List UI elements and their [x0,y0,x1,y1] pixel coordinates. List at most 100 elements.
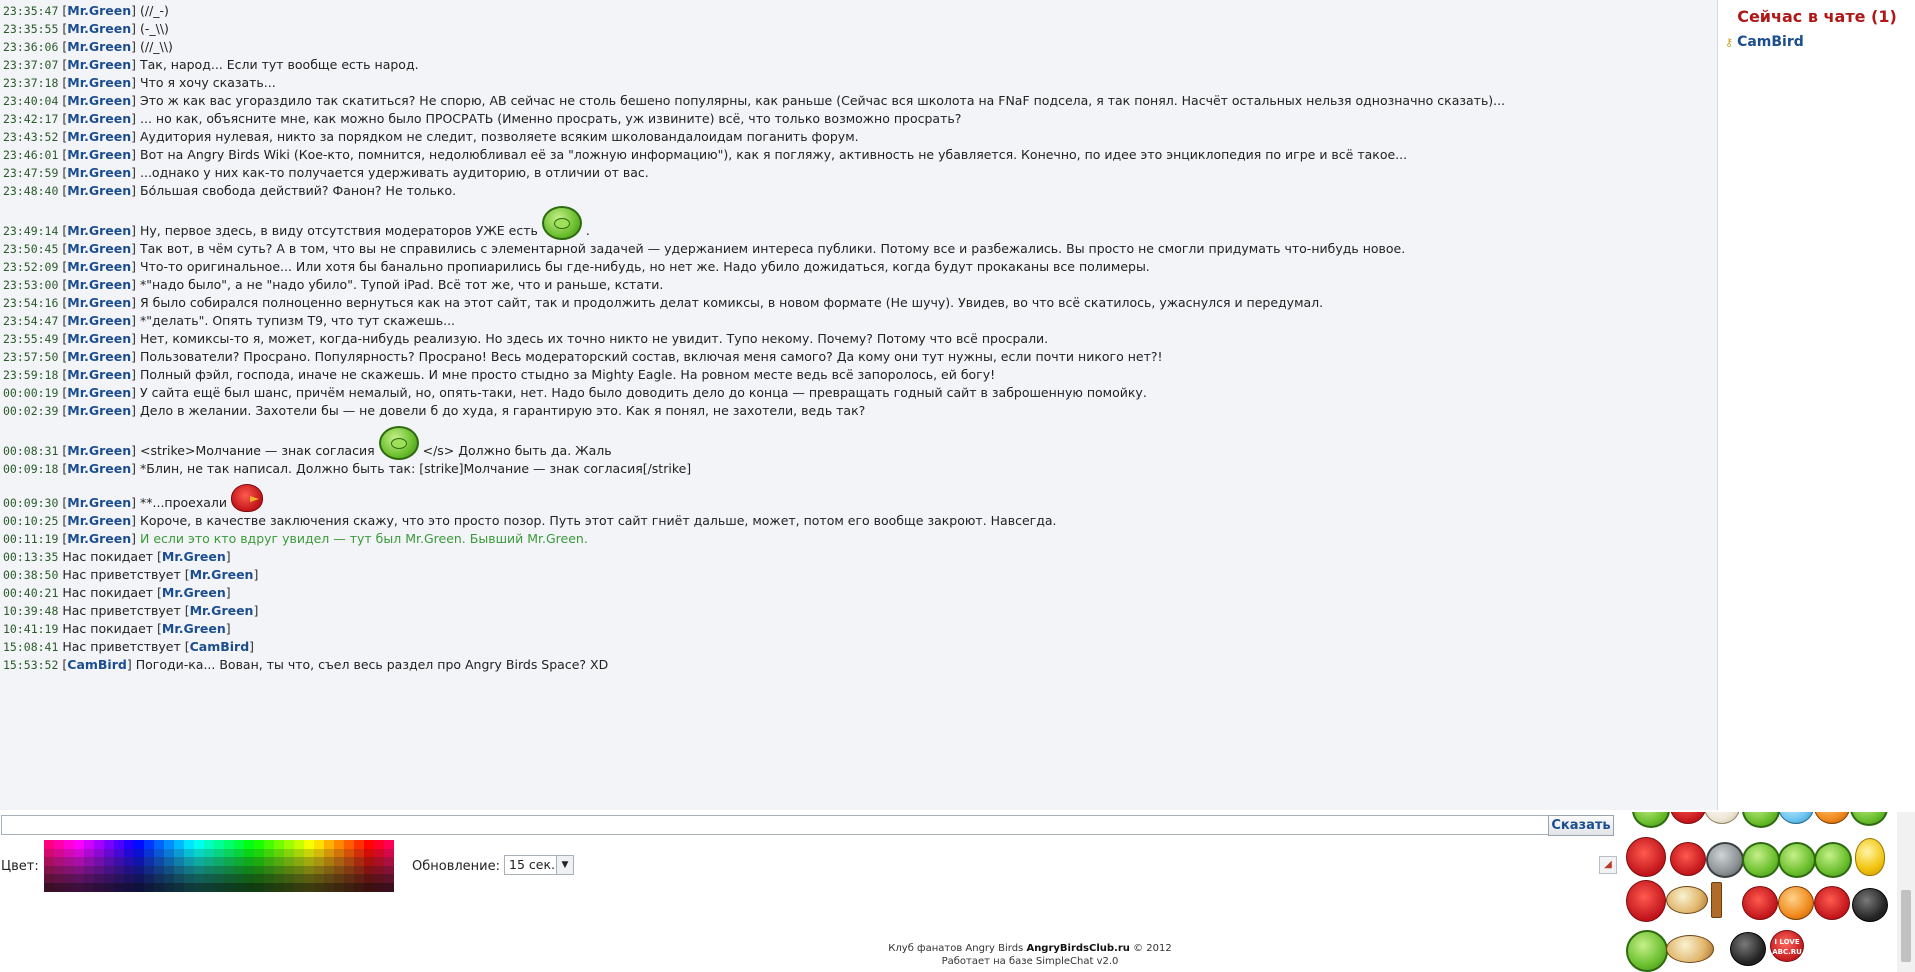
color-swatch[interactable] [234,848,244,858]
color-swatch[interactable] [384,840,394,849]
color-swatch[interactable] [54,882,64,892]
color-swatch[interactable] [114,840,124,849]
smiley-pig-icon[interactable] [1742,812,1780,828]
color-swatch[interactable] [244,840,254,849]
color-swatch[interactable] [354,840,364,849]
color-swatch[interactable] [164,848,174,858]
color-swatch[interactable] [384,865,394,875]
author-nick[interactable]: CamBird [67,657,127,672]
smiley-red-bird-icon[interactable] [1670,812,1706,824]
color-swatch[interactable] [54,874,64,883]
smiley-pig-icon[interactable] [1850,812,1888,826]
color-swatch[interactable] [364,848,374,858]
color-swatch[interactable] [334,874,344,883]
color-swatch[interactable] [184,848,194,858]
color-swatch[interactable] [304,857,314,866]
color-swatch[interactable] [54,865,64,875]
color-swatch[interactable] [274,874,284,883]
color-swatch[interactable] [184,857,194,866]
author-nick[interactable]: Mr.Green [67,165,131,180]
color-swatch[interactable] [154,857,164,866]
color-swatch[interactable] [374,882,384,892]
color-swatch[interactable] [224,865,234,875]
smiley-white-bird-icon[interactable] [1704,812,1740,824]
color-swatch[interactable] [244,874,254,883]
color-swatch[interactable] [194,882,204,892]
author-nick[interactable]: Mr.Green [67,531,131,546]
smiley-yellow-bird-icon[interactable] [1666,935,1714,963]
color-swatch[interactable] [134,865,144,875]
color-swatch[interactable] [334,840,344,849]
smiley-boomerang-bird-icon[interactable] [1666,886,1708,914]
color-swatch[interactable] [94,848,104,858]
color-swatch[interactable] [264,874,274,883]
author-nick[interactable]: Mr.Green [67,129,131,144]
message-author[interactable]: [Mr.Green] [62,331,136,346]
color-swatch[interactable] [144,857,154,866]
color-swatch[interactable] [44,874,54,883]
color-swatch[interactable] [304,882,314,892]
color-swatch[interactable] [354,882,364,892]
smiley-pumpkin-icon[interactable] [1778,886,1814,920]
color-swatch[interactable] [224,857,234,866]
message-author[interactable]: [Mr.Green] [62,93,136,108]
color-swatch[interactable] [124,865,134,875]
color-swatch[interactable] [174,840,184,849]
color-swatch[interactable] [254,840,264,849]
color-swatch[interactable] [384,874,394,883]
message-author[interactable]: [Mr.Green] [62,21,136,36]
color-swatch[interactable] [314,857,324,866]
event-user[interactable]: [Mr.Green] [157,549,231,564]
message-author[interactable]: [Mr.Green] [62,277,136,292]
color-swatch[interactable] [254,882,264,892]
color-swatch[interactable] [74,857,84,866]
event-user[interactable]: [Mr.Green] [157,621,231,636]
color-swatch[interactable] [204,874,214,883]
color-swatch[interactable] [204,882,214,892]
message-author[interactable]: [Mr.Green] [62,259,136,274]
color-swatch[interactable] [284,857,294,866]
smiley-red-black-bird-icon[interactable] [1730,932,1766,966]
color-swatch[interactable] [184,865,194,875]
message-author[interactable]: [Mr.Green] [62,349,136,364]
color-swatch[interactable] [104,848,114,858]
smiley-black-bird-icon[interactable] [1852,888,1888,922]
color-swatch[interactable] [314,865,324,875]
message-author[interactable]: [Mr.Green] [62,513,136,528]
color-swatch[interactable] [64,882,74,892]
smiley-pig-icon[interactable] [1742,842,1780,878]
color-swatch[interactable] [224,840,234,849]
color-swatch[interactable] [364,882,374,892]
color-swatch[interactable] [64,874,74,883]
color-swatch[interactable] [224,882,234,892]
message-author[interactable]: [Mr.Green] [62,295,136,310]
color-swatch[interactable] [114,857,124,866]
color-swatch[interactable] [64,848,74,858]
color-swatch[interactable] [264,840,274,849]
message-author[interactable]: [Mr.Green] [62,461,136,476]
author-nick[interactable]: Mr.Green [67,513,131,528]
smiley-pig-icon[interactable] [1632,812,1670,828]
color-swatch[interactable] [74,840,84,849]
author-nick[interactable]: Mr.Green [67,93,131,108]
message-author[interactable]: [Mr.Green] [62,111,136,126]
smiley-helmet-pig-icon[interactable] [1706,842,1744,878]
color-swatch[interactable] [304,865,314,875]
author-nick[interactable]: Mr.Green [67,367,131,382]
color-swatch[interactable] [354,848,364,858]
color-swatch[interactable] [114,848,124,858]
color-swatch[interactable] [84,848,94,858]
color-swatch[interactable] [54,857,64,866]
event-user-nick[interactable]: Mr.Green [162,549,226,564]
color-swatch[interactable] [344,882,354,892]
event-user[interactable]: [Mr.Green] [185,567,259,582]
color-swatch[interactable] [164,874,174,883]
color-swatch[interactable] [284,865,294,875]
color-swatch[interactable] [144,865,154,875]
color-swatch[interactable] [184,882,194,892]
color-swatch[interactable] [364,857,374,866]
color-swatch[interactable] [154,865,164,875]
message-author[interactable]: [Mr.Green] [62,531,136,546]
color-swatch[interactable] [294,857,304,866]
message-author[interactable]: [Mr.Green] [62,57,136,72]
